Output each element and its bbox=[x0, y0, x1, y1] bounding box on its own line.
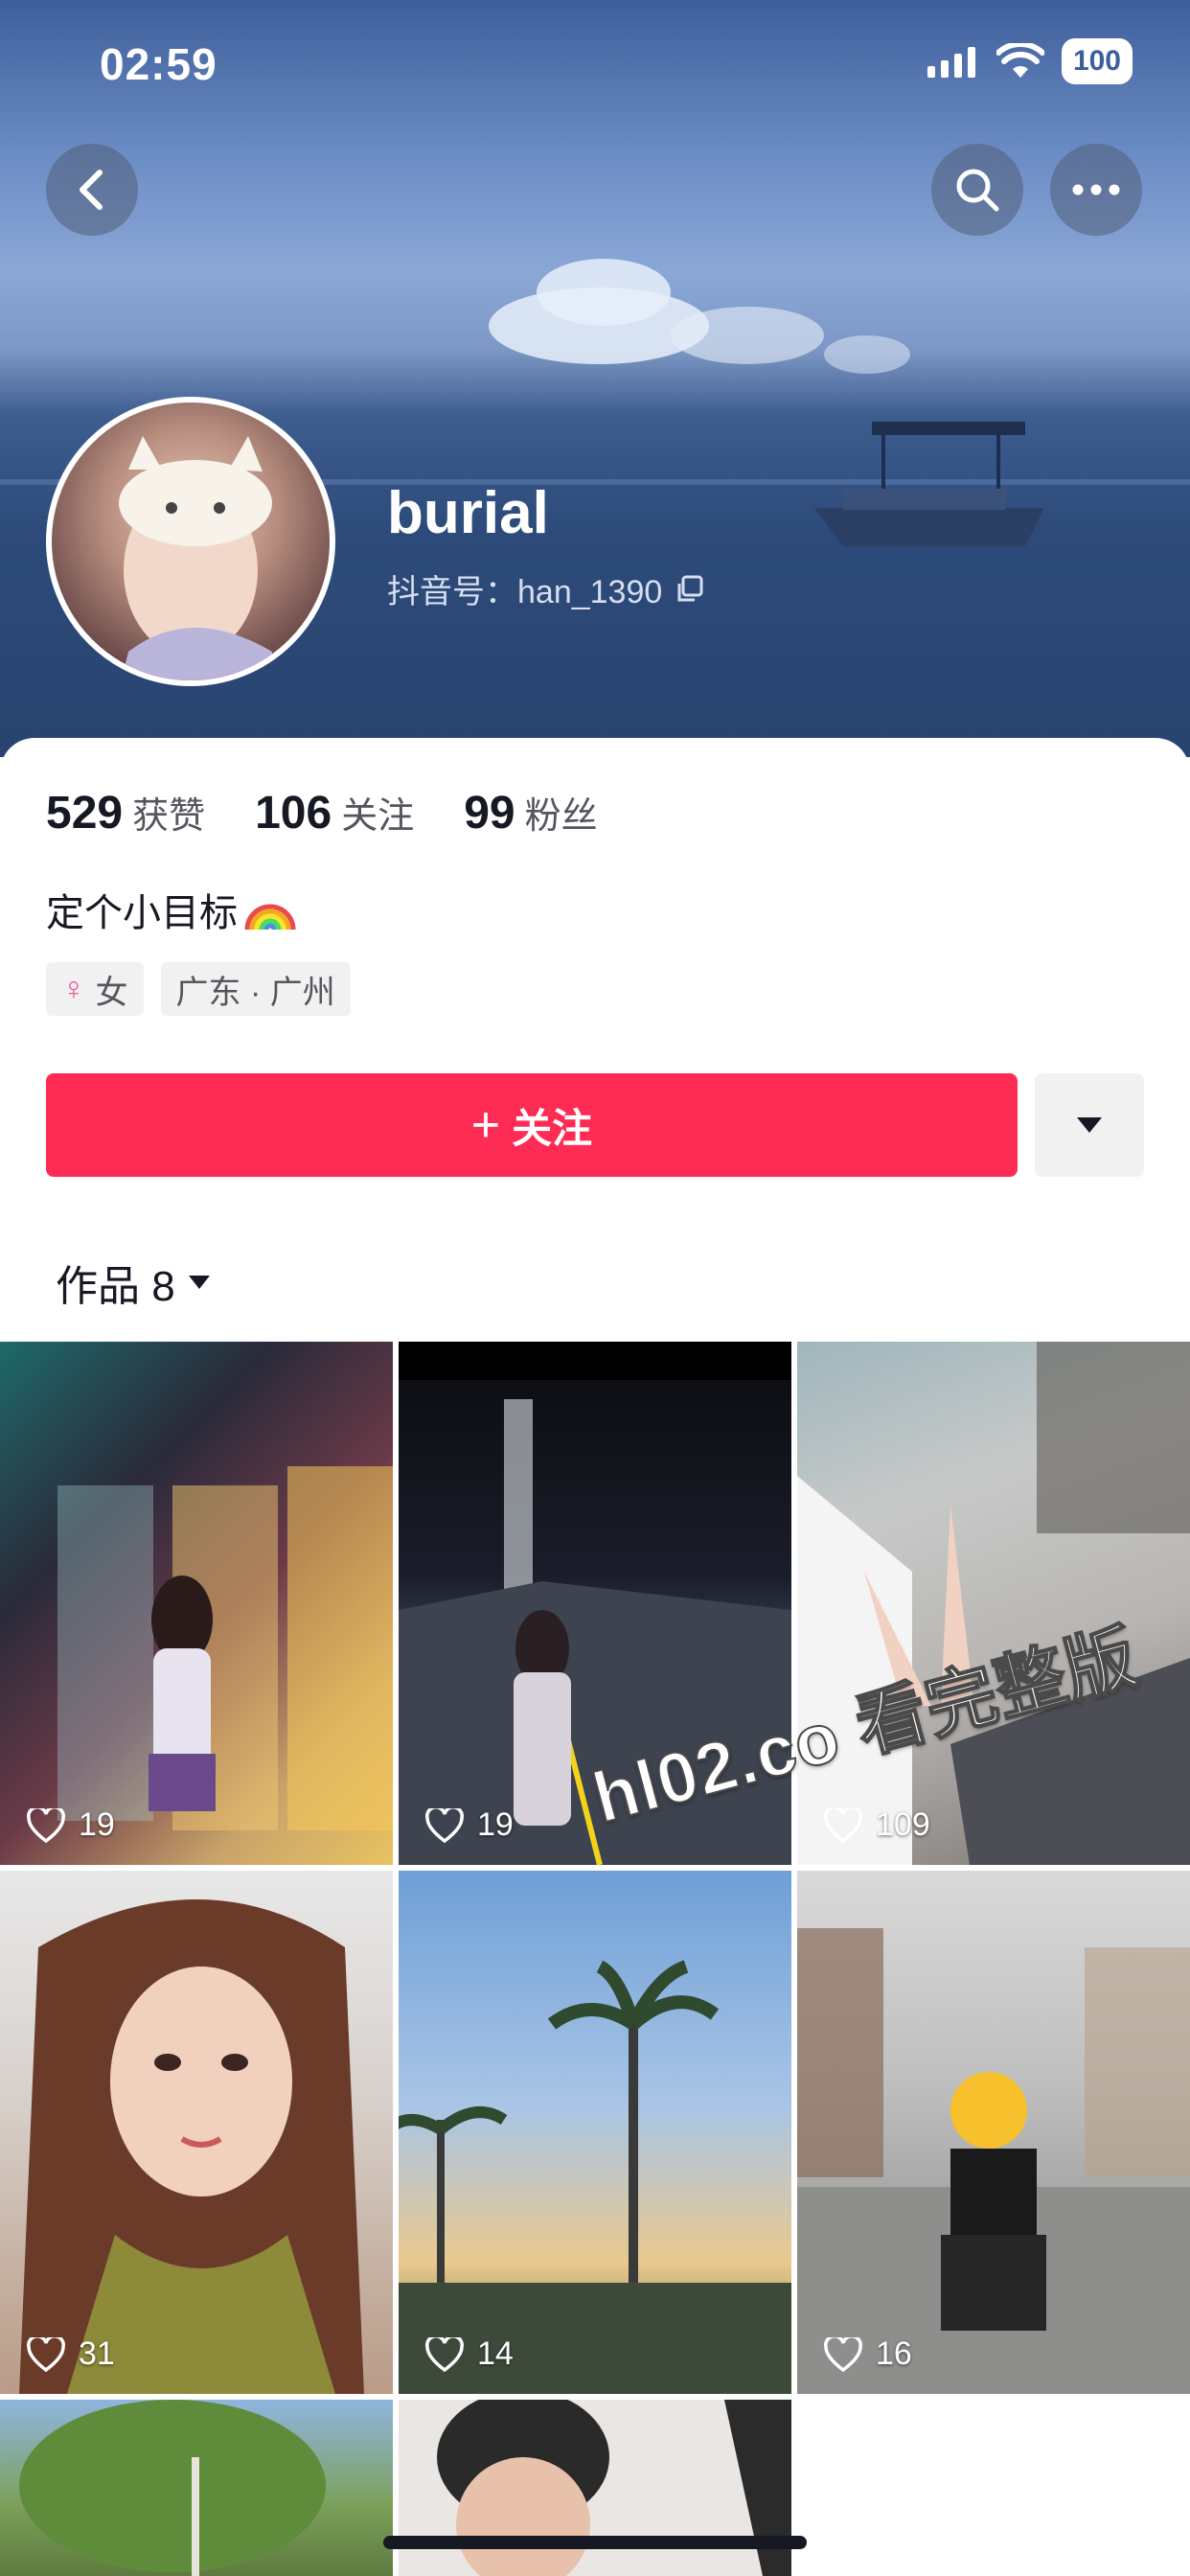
follow-button[interactable]: + 关注 bbox=[46, 1073, 1018, 1177]
dropdown-icon bbox=[1077, 1117, 1102, 1133]
likes-count: 31 bbox=[79, 2335, 115, 2372]
video-thumbnail[interactable]: 14 bbox=[399, 1871, 791, 2394]
heart-icon bbox=[824, 1807, 862, 1843]
video-thumbnail[interactable]: 31 bbox=[0, 1871, 393, 2394]
status-icons: 100 bbox=[927, 38, 1133, 84]
follow-options-button[interactable] bbox=[1035, 1073, 1144, 1177]
tab-works[interactable]: 作品 8 bbox=[56, 1252, 212, 1313]
location-tag: 广东 · 广州 bbox=[160, 962, 351, 1016]
works-tab-label: 作品 8 bbox=[56, 1263, 175, 1310]
following-count[interactable]: 106 bbox=[255, 787, 332, 840]
boat-image bbox=[814, 422, 1044, 546]
thumbnail-image bbox=[797, 1342, 1190, 1865]
back-button[interactable] bbox=[46, 144, 138, 236]
thumbnail-image bbox=[57, 1466, 393, 1830]
follow-label: 关注 bbox=[512, 1105, 593, 1151]
likes-count: 19 bbox=[79, 1806, 115, 1843]
username: burial bbox=[387, 480, 549, 546]
douyin-id[interactable]: 抖音号：han_1390 bbox=[387, 565, 704, 612]
thumbnail-image bbox=[797, 1928, 1190, 2394]
likes-count: 19 bbox=[477, 1806, 514, 1843]
following-label[interactable]: 关注 bbox=[341, 786, 414, 839]
followers-count[interactable]: 99 bbox=[464, 787, 515, 840]
video-thumbnail[interactable]: 19 bbox=[0, 1342, 393, 1865]
video-thumbnail[interactable]: 109 bbox=[797, 1342, 1190, 1865]
bio-text: 定个小目标 bbox=[46, 892, 238, 934]
thumbnail-image bbox=[399, 1960, 791, 2394]
likes-count: 16 bbox=[876, 2335, 912, 2372]
video-likes: 109 bbox=[824, 1806, 930, 1844]
thumbnail-image bbox=[437, 2400, 791, 2576]
cloud bbox=[824, 335, 910, 374]
plus-icon: + bbox=[470, 1097, 501, 1153]
heart-icon bbox=[27, 1807, 65, 1843]
avatar[interactable] bbox=[46, 397, 335, 686]
profile-stats: 529 获赞 106 关注 99 粉丝 bbox=[46, 786, 648, 840]
avatar-image bbox=[119, 436, 272, 680]
more-options-button[interactable] bbox=[1050, 144, 1142, 236]
heart-icon bbox=[425, 1807, 464, 1843]
video-likes: 31 bbox=[27, 2335, 115, 2373]
likes-label[interactable]: 获赞 bbox=[132, 786, 205, 839]
more-icon bbox=[1072, 184, 1120, 196]
video-likes: 19 bbox=[425, 1806, 514, 1844]
thumbnail-image bbox=[19, 2400, 326, 2576]
location-text: 广东 · 广州 bbox=[175, 974, 335, 1011]
followers-label[interactable]: 粉丝 bbox=[525, 786, 598, 839]
status-time: 02:59 bbox=[100, 39, 217, 89]
cloud bbox=[537, 259, 671, 326]
video-likes: 16 bbox=[824, 2335, 912, 2373]
home-indicator[interactable] bbox=[383, 2536, 807, 2549]
search-icon bbox=[956, 169, 999, 212]
gender-tag: ♀ 女 bbox=[46, 962, 144, 1016]
cloud bbox=[671, 307, 824, 364]
wifi-icon bbox=[995, 43, 1044, 78]
heart-icon bbox=[824, 2336, 862, 2372]
heart-icon bbox=[27, 2336, 65, 2372]
likes-count[interactable]: 529 bbox=[46, 787, 123, 840]
heart-icon bbox=[425, 2336, 464, 2372]
profile-tags: ♀ 女 广东 · 广州 bbox=[46, 962, 351, 1016]
bio: 定个小目标 bbox=[46, 882, 297, 937]
female-icon: ♀ bbox=[61, 970, 86, 1007]
video-thumbnail[interactable] bbox=[0, 2400, 393, 2576]
signal-icon bbox=[927, 47, 975, 78]
battery-indicator: 100 bbox=[1061, 38, 1133, 84]
likes-count: 109 bbox=[876, 1806, 930, 1843]
video-thumbnail[interactable]: 16 bbox=[797, 1871, 1190, 2394]
back-icon bbox=[80, 170, 103, 210]
video-likes: 19 bbox=[27, 1806, 115, 1844]
gender-text: 女 bbox=[95, 974, 128, 1011]
search-button[interactable] bbox=[931, 144, 1023, 236]
copy-icon[interactable] bbox=[675, 575, 704, 604]
video-likes: 14 bbox=[425, 2335, 514, 2373]
likes-count: 14 bbox=[477, 2335, 514, 2372]
chevron-down-icon bbox=[188, 1276, 210, 1289]
douyin-id-text: 抖音号：han_1390 bbox=[387, 574, 663, 610]
profile-cover: 02:59 100 burial 抖音号：han_1390 bbox=[0, 0, 1190, 757]
video-thumbnail[interactable] bbox=[399, 2400, 791, 2576]
rainbow-emoji bbox=[244, 904, 296, 931]
thumbnail-image bbox=[19, 1899, 364, 2394]
